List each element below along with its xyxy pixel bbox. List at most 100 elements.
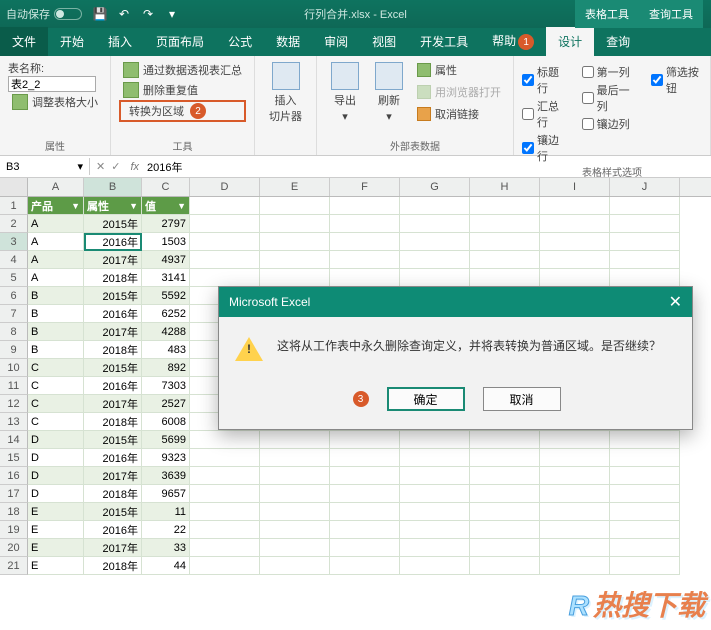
cell[interactable]: E — [28, 557, 84, 575]
row-header[interactable]: 14 — [0, 431, 28, 449]
name-box[interactable]: B3▾ — [0, 158, 90, 175]
ext-properties-button[interactable]: 属性 — [413, 60, 505, 80]
cell[interactable]: 2018年 — [84, 485, 142, 503]
row-header[interactable]: 5 — [0, 269, 28, 287]
col-header-G[interactable]: G — [400, 178, 470, 196]
refresh-button[interactable]: 刷新▾ — [369, 60, 409, 125]
cell[interactable]: D — [28, 467, 84, 485]
unlink-button[interactable]: 取消链接 — [413, 104, 505, 124]
cell[interactable]: 2016年 — [84, 305, 142, 323]
cell[interactable]: 2015年 — [84, 431, 142, 449]
cell[interactable]: 4937 — [142, 251, 190, 269]
table-name-input[interactable] — [8, 76, 96, 92]
col-header-H[interactable]: H — [470, 178, 540, 196]
cell[interactable]: A — [28, 215, 84, 233]
row-header[interactable]: 2 — [0, 215, 28, 233]
cell[interactable]: B — [28, 305, 84, 323]
col-header-J[interactable]: J — [610, 178, 680, 196]
cell[interactable]: 2016年 — [84, 521, 142, 539]
cell[interactable]: D — [28, 449, 84, 467]
cell[interactable]: 2527 — [142, 395, 190, 413]
cell[interactable]: A — [28, 233, 84, 251]
toggle-off-icon[interactable] — [54, 8, 82, 20]
filter-dropdown-icon[interactable]: ▼ — [71, 201, 80, 211]
table-header-attr[interactable]: 属性▼ — [84, 197, 142, 215]
cell[interactable]: 5699 — [142, 431, 190, 449]
tab-query[interactable]: 查询 — [594, 27, 642, 56]
cell[interactable]: E — [28, 503, 84, 521]
insert-slicer-button[interactable]: 插入 切片器 — [263, 60, 308, 126]
cell[interactable]: A — [28, 269, 84, 287]
cancel-icon[interactable]: ✕ — [96, 160, 105, 173]
cell[interactable]: 2015年 — [84, 287, 142, 305]
cb-banded-col[interactable]: 镶边列 — [582, 116, 633, 132]
tab-help[interactable]: 帮助1 — [480, 26, 546, 56]
cell[interactable]: 2015年 — [84, 359, 142, 377]
export-button[interactable]: 导出▾ — [325, 60, 365, 125]
cell[interactable]: 2016年 — [84, 377, 142, 395]
row-header[interactable]: 7 — [0, 305, 28, 323]
row-header[interactable]: 9 — [0, 341, 28, 359]
row-header[interactable]: 18 — [0, 503, 28, 521]
row-header[interactable]: 20 — [0, 539, 28, 557]
cell[interactable]: 2017年 — [84, 467, 142, 485]
cell[interactable]: C — [28, 395, 84, 413]
row-header[interactable]: 17 — [0, 485, 28, 503]
chevron-down-icon[interactable]: ▾ — [77, 160, 83, 173]
col-header-A[interactable]: A — [28, 178, 84, 196]
cell[interactable]: 2017年 — [84, 323, 142, 341]
cb-header-row[interactable]: 标题行 — [522, 64, 564, 96]
pivot-button[interactable]: 通过数据透视表汇总 — [119, 60, 246, 80]
col-header-E[interactable]: E — [260, 178, 330, 196]
cb-filter-button[interactable]: 筛选按钮 — [651, 64, 702, 96]
row-header[interactable]: 1 — [0, 197, 28, 215]
cell[interactable]: C — [28, 413, 84, 431]
fx-icon[interactable]: fx — [126, 161, 143, 173]
cancel-button[interactable]: 取消 — [483, 387, 561, 411]
qat-dropdown-icon[interactable]: ▾ — [164, 6, 180, 22]
row-header[interactable]: 11 — [0, 377, 28, 395]
context-tab-table-tools[interactable]: 表格工具 — [575, 0, 639, 28]
cell[interactable]: 2018年 — [84, 413, 142, 431]
cell[interactable]: E — [28, 539, 84, 557]
cell[interactable]: B — [28, 287, 84, 305]
table-header-product[interactable]: 产品▼ — [28, 197, 84, 215]
tab-data[interactable]: 数据 — [264, 27, 312, 56]
cell[interactable]: D — [28, 485, 84, 503]
cell[interactable]: 2015年 — [84, 215, 142, 233]
cell[interactable]: 33 — [142, 539, 190, 557]
context-tab-query-tools[interactable]: 查询工具 — [639, 0, 703, 28]
cell[interactable]: B — [28, 323, 84, 341]
cell[interactable]: 2018年 — [84, 557, 142, 575]
row-header[interactable]: 4 — [0, 251, 28, 269]
convert-to-range-button[interactable]: 转换为区域2 — [119, 100, 246, 122]
row-header[interactable]: 12 — [0, 395, 28, 413]
cell[interactable]: 2016年 — [84, 233, 142, 251]
row-header[interactable]: 19 — [0, 521, 28, 539]
col-header-I[interactable]: I — [540, 178, 610, 196]
row-header[interactable]: 21 — [0, 557, 28, 575]
table-header-value[interactable]: 值▼ — [142, 197, 190, 215]
tab-review[interactable]: 审阅 — [312, 27, 360, 56]
cell[interactable]: 22 — [142, 521, 190, 539]
tab-design[interactable]: 设计 — [546, 27, 594, 56]
col-header-C[interactable]: C — [142, 178, 190, 196]
cell[interactable]: 1503 — [142, 233, 190, 251]
close-icon[interactable]: ✕ — [669, 292, 682, 312]
undo-icon[interactable]: ↶ — [116, 6, 132, 22]
tab-dev[interactable]: 开发工具 — [408, 27, 480, 56]
cell[interactable]: 44 — [142, 557, 190, 575]
tab-view[interactable]: 视图 — [360, 27, 408, 56]
cell[interactable]: 2017年 — [84, 395, 142, 413]
cell[interactable]: 2016年 — [84, 449, 142, 467]
formula-input[interactable]: 2016年 — [143, 157, 711, 177]
autosave-toggle[interactable]: 自动保存 — [6, 6, 82, 22]
cell[interactable]: 2797 — [142, 215, 190, 233]
cell[interactable]: 2018年 — [84, 341, 142, 359]
row-header[interactable]: 10 — [0, 359, 28, 377]
cell[interactable]: 2017年 — [84, 251, 142, 269]
row-header[interactable]: 6 — [0, 287, 28, 305]
cell[interactable]: 9323 — [142, 449, 190, 467]
row-header[interactable]: 13 — [0, 413, 28, 431]
tab-formulas[interactable]: 公式 — [216, 27, 264, 56]
